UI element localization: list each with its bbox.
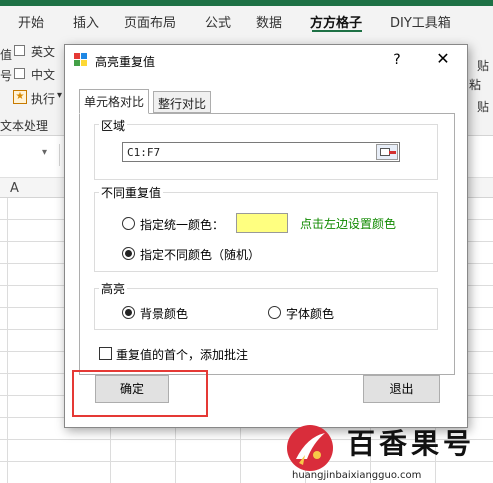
- tab-data[interactable]: 数据: [256, 12, 282, 31]
- background-color-label[interactable]: 背景颜色: [140, 305, 188, 322]
- add-comment-checkbox[interactable]: [99, 347, 112, 360]
- font-color-label[interactable]: 字体颜色: [286, 305, 334, 322]
- uniform-color-label[interactable]: 指定统一颜色：: [140, 216, 224, 233]
- diff-dup-group-label: 不同重复值: [99, 184, 164, 201]
- ribbon-group-label: 文本处理: [0, 119, 49, 133]
- chinese-checkbox-label: 中文: [31, 68, 56, 82]
- ribbon-fragment-left-2: 号: [0, 69, 13, 83]
- range-input[interactable]: C1:F7: [122, 142, 400, 162]
- execute-button-label[interactable]: 执行: [31, 90, 55, 107]
- column-header-a[interactable]: A: [10, 181, 19, 196]
- highlight-group-label: 高亮: [99, 280, 128, 297]
- tab-insert[interactable]: 插入: [73, 12, 99, 31]
- color-swatch[interactable]: [236, 213, 288, 233]
- ribbon-fragment-right-1: 贴: [477, 59, 490, 73]
- watermark-url: huangjinbaixiangguo.com: [292, 470, 422, 481]
- chinese-checkbox[interactable]: [14, 68, 25, 79]
- ribbon-fragment-right-3: 贴: [477, 100, 490, 114]
- region-group-label: 区域: [99, 117, 128, 134]
- dialog-titlebar[interactable]: 高亮重复值 ? ✕: [65, 45, 467, 75]
- tab-cell-compare[interactable]: 单元格对比: [79, 89, 150, 114]
- help-button[interactable]: ?: [387, 50, 407, 70]
- tab-page-layout[interactable]: 页面布局: [124, 12, 176, 31]
- tab-row-compare[interactable]: 整行对比: [153, 91, 212, 113]
- watermark-text: 百香果号: [347, 427, 476, 460]
- tab-formulas[interactable]: 公式: [205, 12, 231, 31]
- active-tab-underline: [312, 30, 362, 32]
- highlight-annotation-box: [72, 370, 208, 417]
- app-icon: [74, 53, 88, 67]
- add-comment-label[interactable]: 重复值的首个，添加批注: [116, 346, 248, 363]
- random-color-radio[interactable]: [122, 247, 135, 260]
- tab-fangfang[interactable]: 方方格子: [310, 12, 362, 31]
- range-picker-icon[interactable]: [376, 144, 398, 160]
- tab-home[interactable]: 开始: [18, 12, 44, 31]
- execute-star-icon[interactable]: ★: [13, 90, 27, 104]
- font-color-radio[interactable]: [268, 306, 281, 319]
- name-box-dropdown-icon[interactable]: ▾: [42, 147, 47, 158]
- name-box[interactable]: ▾: [0, 144, 60, 166]
- execute-dropdown-arrow[interactable]: ▾: [57, 90, 62, 101]
- english-checkbox[interactable]: [14, 45, 25, 56]
- dialog-title: 高亮重复值: [95, 55, 156, 69]
- watermark-logo-icon: [287, 425, 333, 471]
- ribbon-fragment-left-1: 值: [0, 48, 13, 62]
- tab-diy-toolbox[interactable]: DIY工具箱: [390, 12, 451, 31]
- background-color-radio[interactable]: [122, 306, 135, 319]
- ribbon-tab-bar: 开始 插入 页面布局 公式 数据 方方格子 DIY工具箱: [0, 6, 493, 34]
- color-hint: 点击左边设置颜色: [300, 217, 397, 231]
- ribbon-fragment-right-2: 粘: [469, 78, 482, 92]
- uniform-color-radio[interactable]: [122, 217, 135, 230]
- english-checkbox-label: 英文: [31, 45, 56, 59]
- close-icon[interactable]: ✕: [431, 48, 455, 70]
- exit-button[interactable]: 退出: [363, 375, 440, 403]
- random-color-label[interactable]: 指定不同颜色（随机）: [140, 246, 260, 263]
